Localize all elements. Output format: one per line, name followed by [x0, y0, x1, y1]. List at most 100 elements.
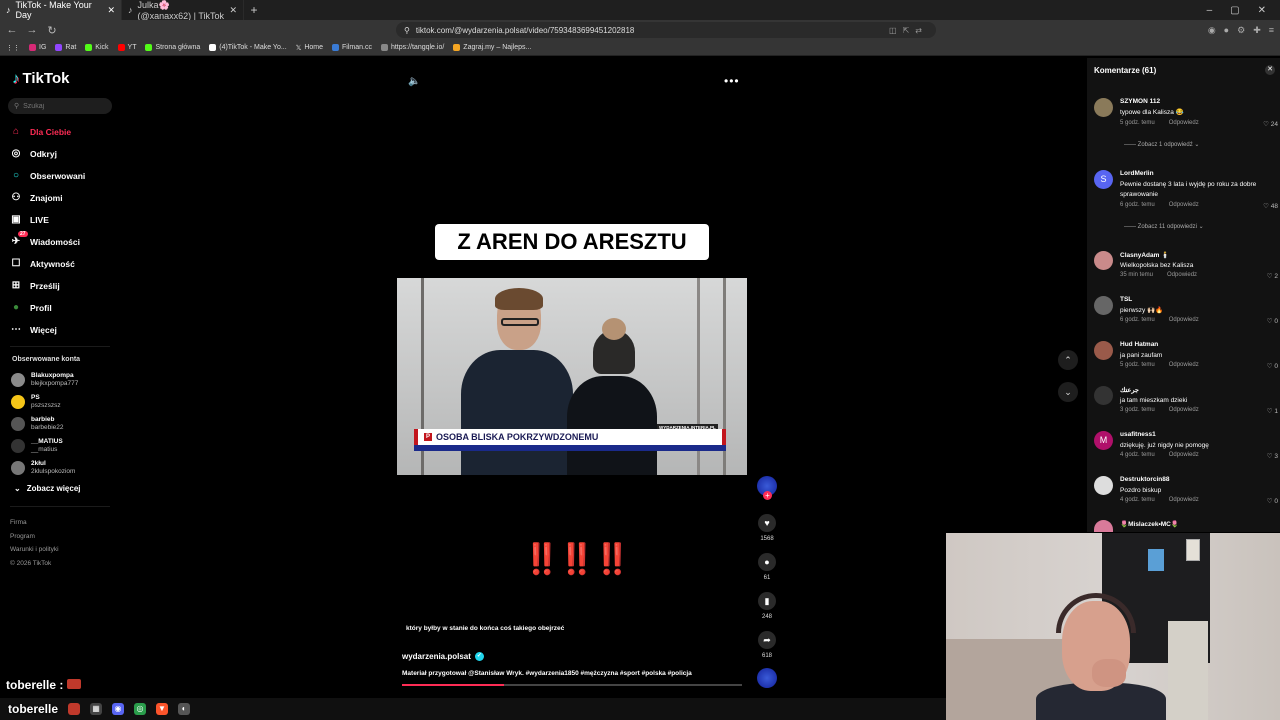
footer-link-program[interactable]: Program — [10, 530, 59, 544]
obs-icon[interactable]: ◐ — [178, 703, 191, 715]
avatar[interactable]: S — [1094, 170, 1113, 189]
nav-more[interactable]: ⋯ Więcej — [10, 324, 57, 335]
site-info-icon[interactable]: ⚲ — [404, 26, 410, 35]
comment-button[interactable]: ● 61 — [756, 553, 778, 581]
video-progress-bar[interactable] — [402, 684, 742, 686]
bookmark-kick[interactable]: Kick — [85, 44, 109, 51]
nav-live[interactable]: ▣ LIVE — [10, 214, 49, 225]
footer-link-terms[interactable]: Warunki i polityki — [10, 543, 59, 557]
comment-like[interactable]: ♡ 0 — [1267, 362, 1278, 370]
share-button[interactable]: ➦ 618 — [756, 631, 778, 659]
reply-button[interactable]: Odpowiedz — [1167, 272, 1197, 278]
forward-icon[interactable]: → — [26, 24, 38, 36]
reply-button[interactable]: Odpowiedz — [1169, 317, 1199, 323]
followed-account[interactable]: barbieb barbebie22 — [11, 416, 64, 432]
avatar[interactable] — [1094, 386, 1113, 405]
video-author[interactable]: wydarzenia.polsat ✓ — [402, 652, 484, 661]
bookmark-home[interactable]: 𝕏 Home — [296, 44, 323, 52]
reply-button[interactable]: Odpowiedz — [1169, 497, 1199, 503]
avatar[interactable] — [1094, 341, 1113, 360]
avatar[interactable] — [1094, 296, 1113, 315]
nav-profile[interactable]: ● Profil — [10, 302, 52, 313]
follow-plus-icon[interactable]: + — [763, 491, 772, 500]
reply-button[interactable]: Odpowiedz — [1169, 120, 1199, 126]
nav-messages[interactable]: ✈ Wiadomości 27 — [10, 231, 80, 247]
chrome-icon[interactable]: ◎ — [134, 703, 147, 715]
apps-icon[interactable]: ⋮⋮ — [6, 44, 20, 52]
bookmark-yt[interactable]: YT — [117, 44, 136, 51]
tiktok-logo[interactable]: ♪ TikTok — [12, 70, 69, 87]
save-button[interactable]: ▮ 248 — [756, 592, 778, 620]
minimize-icon[interactable]: – — [1207, 5, 1213, 16]
address-bar[interactable]: ⚲ tiktok.com/@wydarzenia.polsat/video/75… — [396, 22, 936, 38]
nav-for-you[interactable]: ⌂ Dla Ciebie — [10, 126, 71, 137]
comment-like[interactable]: ♡ 24 — [1263, 120, 1278, 128]
creator-avatar[interactable]: + — [756, 476, 778, 500]
extension-icon[interactable]: ⚙ — [1237, 25, 1245, 36]
maximize-icon[interactable]: ▢ — [1230, 5, 1239, 16]
reply-button[interactable]: Odpowiedz — [1169, 407, 1199, 413]
next-video-button[interactable]: ⌄ — [1058, 382, 1078, 402]
menu-icon[interactable]: ≡ — [1269, 25, 1274, 36]
sound-disc[interactable] — [756, 668, 778, 688]
more-options-icon[interactable]: ••• — [724, 74, 740, 88]
browser-tab-julka[interactable]: ♪ Julka🌸 (@xanaxx62) | TikTok ✕ — [122, 0, 244, 21]
reload-icon[interactable]: ↻ — [46, 24, 58, 37]
new-tab-button[interactable]: + — [244, 3, 264, 17]
bookmark-strona[interactable]: Strona główna — [145, 44, 200, 51]
browser-tab-tiktok[interactable]: ♪ TikTok - Make Your Day ✕ — [0, 0, 122, 20]
nav-upload[interactable]: ⊞ Prześlij — [10, 280, 60, 291]
bookmark-tangqle[interactable]: https://tangqle.io/ — [380, 44, 444, 51]
taskbar-app-icon[interactable]: ▦ — [90, 703, 103, 715]
nav-friends[interactable]: ⚇ Znajomi — [10, 192, 63, 203]
discord-icon[interactable]: ◉ — [112, 703, 125, 715]
close-icon[interactable]: ✕ — [1265, 65, 1275, 75]
volume-icon[interactable]: 🔈 — [408, 76, 420, 87]
close-tab-icon[interactable]: ✕ — [229, 5, 237, 16]
followed-account[interactable]: PS pszszszsz — [11, 394, 61, 410]
nav-activity[interactable]: ☐ Aktywność — [10, 258, 75, 269]
nav-following[interactable]: ○ Obserwowani — [10, 170, 85, 181]
avatar[interactable] — [1094, 476, 1113, 495]
comment-like[interactable]: ♡ 0 — [1267, 497, 1278, 505]
reply-button[interactable]: Odpowiedz — [1169, 452, 1199, 458]
view-replies[interactable]: —— Zobacz 1 odpowiedź ⌄ — [1124, 141, 1199, 148]
avatar[interactable] — [1094, 520, 1113, 532]
comment-like[interactable]: ♡ 3 — [1267, 452, 1278, 460]
extension-icon[interactable]: ● — [1224, 25, 1229, 36]
comment-like[interactable]: ♡ 1 — [1267, 407, 1278, 415]
search-input[interactable] — [23, 102, 104, 110]
comment-like[interactable]: ♡ 2 — [1267, 272, 1278, 280]
bookmark-filman[interactable]: Filman.cc — [332, 44, 372, 51]
reply-button[interactable]: Odpowiedz — [1169, 202, 1199, 208]
bookmark-tiktok[interactable]: (4)TikTok - Make Yo... — [209, 44, 287, 51]
puzzle-icon[interactable]: ✚ — [1253, 25, 1261, 36]
address-bar-actions-icon[interactable]: ◫⇱⇄ — [889, 26, 928, 35]
search-bar[interactable]: ⚲ — [8, 98, 112, 114]
reply-button[interactable]: Odpowiedz — [1169, 362, 1199, 368]
close-tab-icon[interactable]: ✕ — [107, 5, 115, 16]
comment-like[interactable]: ♡ 0 — [1267, 317, 1278, 325]
followed-account[interactable]: Blakuxpompa blejkxpompa777 — [11, 372, 78, 388]
extension-icon[interactable]: ◉ — [1208, 25, 1216, 36]
view-replies[interactable]: —— Zobacz 11 odpowiedzi ⌄ — [1124, 223, 1204, 230]
followed-account[interactable]: 2kłul 2klulspokoziom — [11, 460, 75, 476]
see-more-accounts[interactable]: ⌄ Zobacz więcej — [14, 484, 81, 493]
comment-like[interactable]: ♡ 48 — [1263, 202, 1278, 210]
brave-icon[interactable]: ▼ — [156, 703, 169, 715]
avatar[interactable] — [1094, 251, 1113, 270]
bookmark-zagraj[interactable]: Zagraj.my – Najleps... — [453, 44, 531, 51]
previous-video-button[interactable]: ⌃ — [1058, 350, 1078, 370]
bookmark-ig[interactable]: IG — [29, 44, 46, 51]
avatar[interactable] — [1094, 98, 1113, 117]
taskbar-app-icon[interactable] — [68, 703, 81, 715]
footer-link-company[interactable]: Firma — [10, 516, 59, 530]
close-window-icon[interactable]: ✕ — [1258, 5, 1266, 16]
video-player[interactable]: 🔈 ••• Z AREN DO ARESZTU WYDARZENIA.INTER… — [390, 68, 756, 688]
back-icon[interactable]: ← — [6, 24, 18, 36]
followed-account[interactable]: __MATIUS __matius — [11, 438, 63, 454]
nav-explore[interactable]: ◎ Odkryj — [10, 148, 57, 159]
like-button[interactable]: ♥ 1568 — [756, 514, 778, 542]
avatar[interactable]: M — [1094, 431, 1113, 450]
bookmark-rat[interactable]: Rat — [55, 44, 76, 51]
